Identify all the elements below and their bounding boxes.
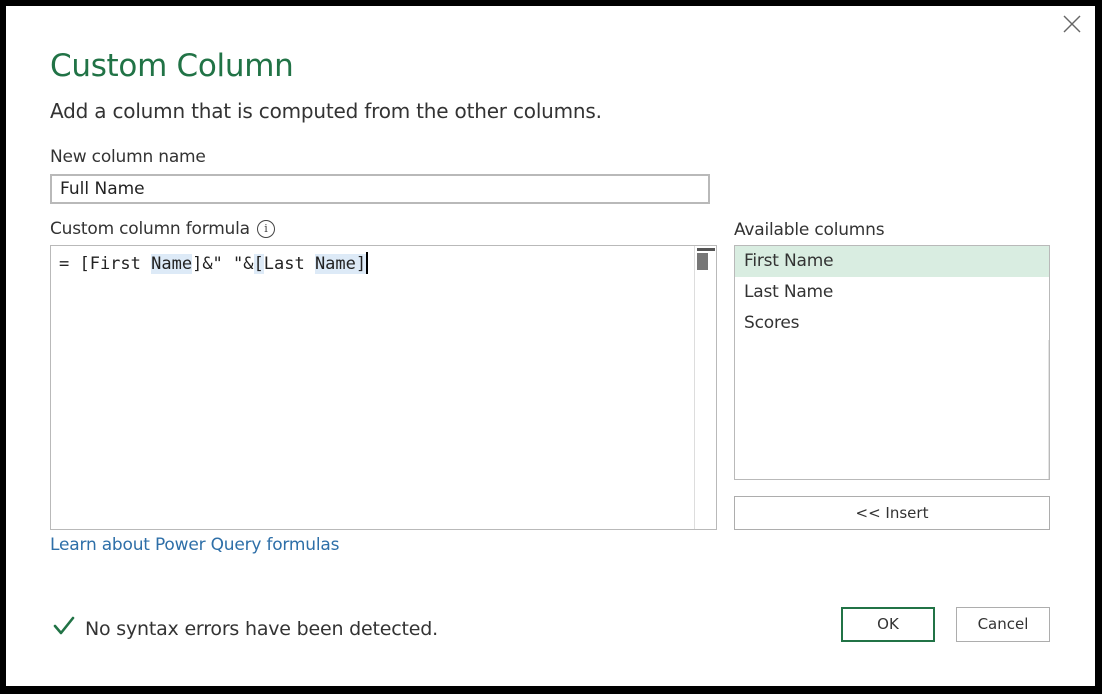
check-icon [53,616,75,635]
list-item[interactable]: First Name [735,246,1049,277]
list-item[interactable]: Last Name [735,277,1049,308]
formula-highlight: Name [314,254,356,274]
formula-text[interactable]: = [First Name]&" "&[Last Name] [59,252,369,274]
formula-highlight: [ [253,254,264,274]
available-columns-label: Available columns [734,220,885,240]
close-icon [1063,15,1081,33]
list-scrollbar[interactable] [1048,340,1049,479]
custom-column-dialog: Custom Column Add a column that is compu… [6,6,1095,686]
close-button[interactable] [1060,12,1084,36]
formula-highlight: ] [355,254,367,274]
info-icon[interactable]: i [256,220,275,238]
learn-formulas-link[interactable]: Learn about Power Query formulas [50,535,339,555]
ok-button[interactable]: OK [841,607,935,642]
available-columns-list[interactable]: First Name Last Name Scores [734,245,1050,480]
formula-segment: ]&" "& [192,254,254,274]
scrollbar-top-bar [697,248,715,251]
formula-editor[interactable]: = [First Name]&" "&[Last Name] [50,245,717,530]
syntax-status: No syntax errors have been detected. [52,614,438,640]
new-column-label: New column name [50,147,206,167]
status-text: No syntax errors have been detected. [85,618,438,640]
new-column-name-input[interactable] [50,174,710,204]
formula-label: Custom column formula [50,219,250,239]
formula-segment: Last [263,254,315,274]
list-item[interactable]: Scores [735,308,1049,339]
formula-scrollbar[interactable] [694,246,716,529]
formula-segment: = [First [59,254,152,274]
text-caret [366,252,369,274]
insert-button[interactable]: << Insert [734,496,1050,530]
scrollbar-thumb[interactable] [697,253,708,270]
dialog-description: Add a column that is computed from the o… [50,99,602,123]
dialog-title: Custom Column [50,48,294,84]
formula-highlight: Name [151,254,193,274]
formula-label-row: Custom column formula i [50,219,275,239]
cancel-button[interactable]: Cancel [956,607,1050,642]
